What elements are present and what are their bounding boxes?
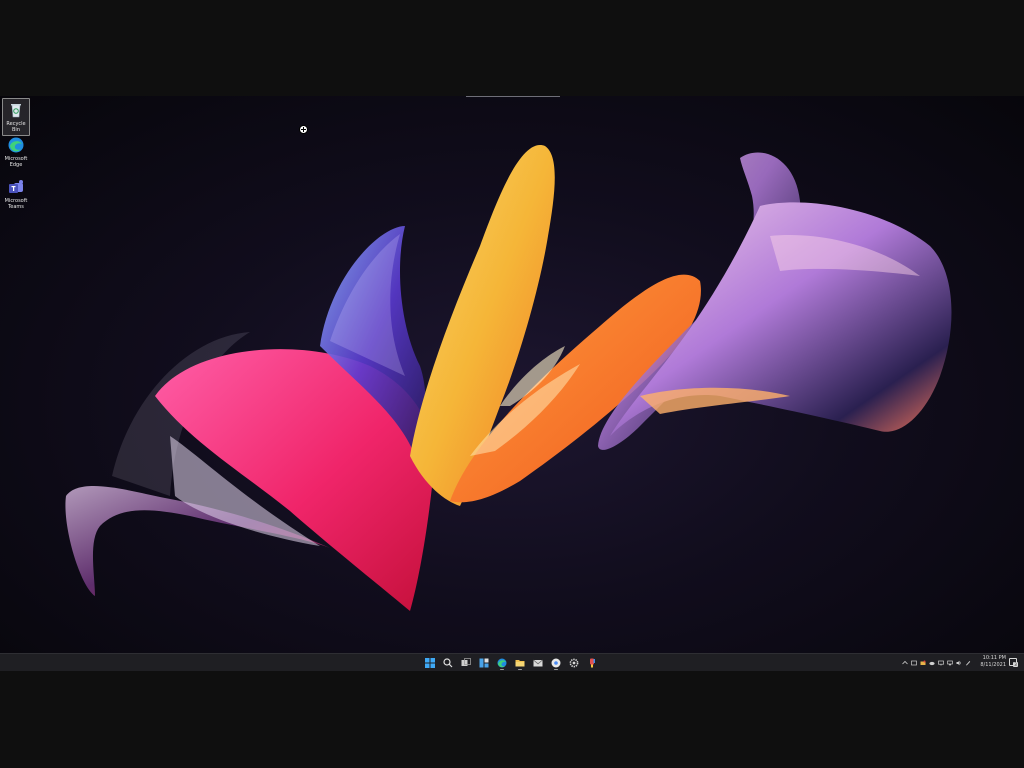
desktop-icon-edge[interactable]: Microsoft Edge [2,136,30,168]
desktop-icon-teams[interactable]: Microsoft Teams [2,178,30,210]
system-tray [902,654,971,671]
desktop-screen: Recycle Bin Microsoft Edge Microsoft Tea… [0,96,1024,671]
display-icon[interactable] [938,660,944,666]
chevron-up-icon[interactable] [902,660,908,666]
widgets-button[interactable] [477,656,491,670]
network-icon[interactable] [947,660,953,666]
edge-icon [8,137,24,153]
folder-sync-icon[interactable] [920,660,926,666]
teams-icon [9,180,23,193]
windows-logo-icon [425,657,435,668]
taskbar-clock[interactable]: 10:11 PM 8/11/2021 [970,655,1006,669]
settings-button[interactable] [567,656,581,670]
clock-time: 10:11 PM [982,655,1006,661]
desktop-wallpaper [0,96,1024,653]
file-explorer-button[interactable] [513,656,527,670]
taskbar: 10:11 PM 8/11/2021 3 [0,653,1024,671]
folder-icon [515,659,525,666]
task-view-button[interactable] [459,656,473,670]
start-button[interactable] [423,656,437,670]
paint-button[interactable] [585,656,599,670]
desktop-icon-recycle-bin[interactable]: Recycle Bin [2,98,30,136]
edge-icon [497,658,507,667]
widgets-icon [479,658,489,667]
wallpaper-bloom-art [65,145,952,611]
letterbox-bottom [0,671,1024,768]
notification-center-button[interactable]: 3 [1009,658,1018,667]
task-view-icon [461,657,471,666]
desktop-icon-label: Microsoft Teams [4,198,28,210]
volume-icon[interactable] [956,660,962,666]
window-edge-sliver [466,96,560,97]
gear-icon [569,658,579,667]
search-button[interactable] [441,656,455,670]
desktop-icon-label: Recycle Bin [6,121,26,133]
mouse-cursor [299,125,308,134]
desktop-icon-label: Microsoft Edge [4,156,28,168]
notification-count-badge: 3 [1013,662,1018,667]
paint-icon [590,658,595,667]
mail-button[interactable] [531,656,545,670]
mail-icon [533,659,543,666]
cloud-icon[interactable] [929,660,935,666]
edge-taskbar-button[interactable] [495,656,509,670]
search-icon [443,657,453,667]
taskbar-pinned-apps [423,654,599,671]
clock-date: 8/11/2021 [980,662,1006,668]
tablet-icon[interactable] [911,660,917,666]
recycle-bin-icon [11,104,21,118]
chrome-icon [551,658,561,667]
chrome-button[interactable] [549,656,563,670]
letterbox-top [0,0,1024,96]
